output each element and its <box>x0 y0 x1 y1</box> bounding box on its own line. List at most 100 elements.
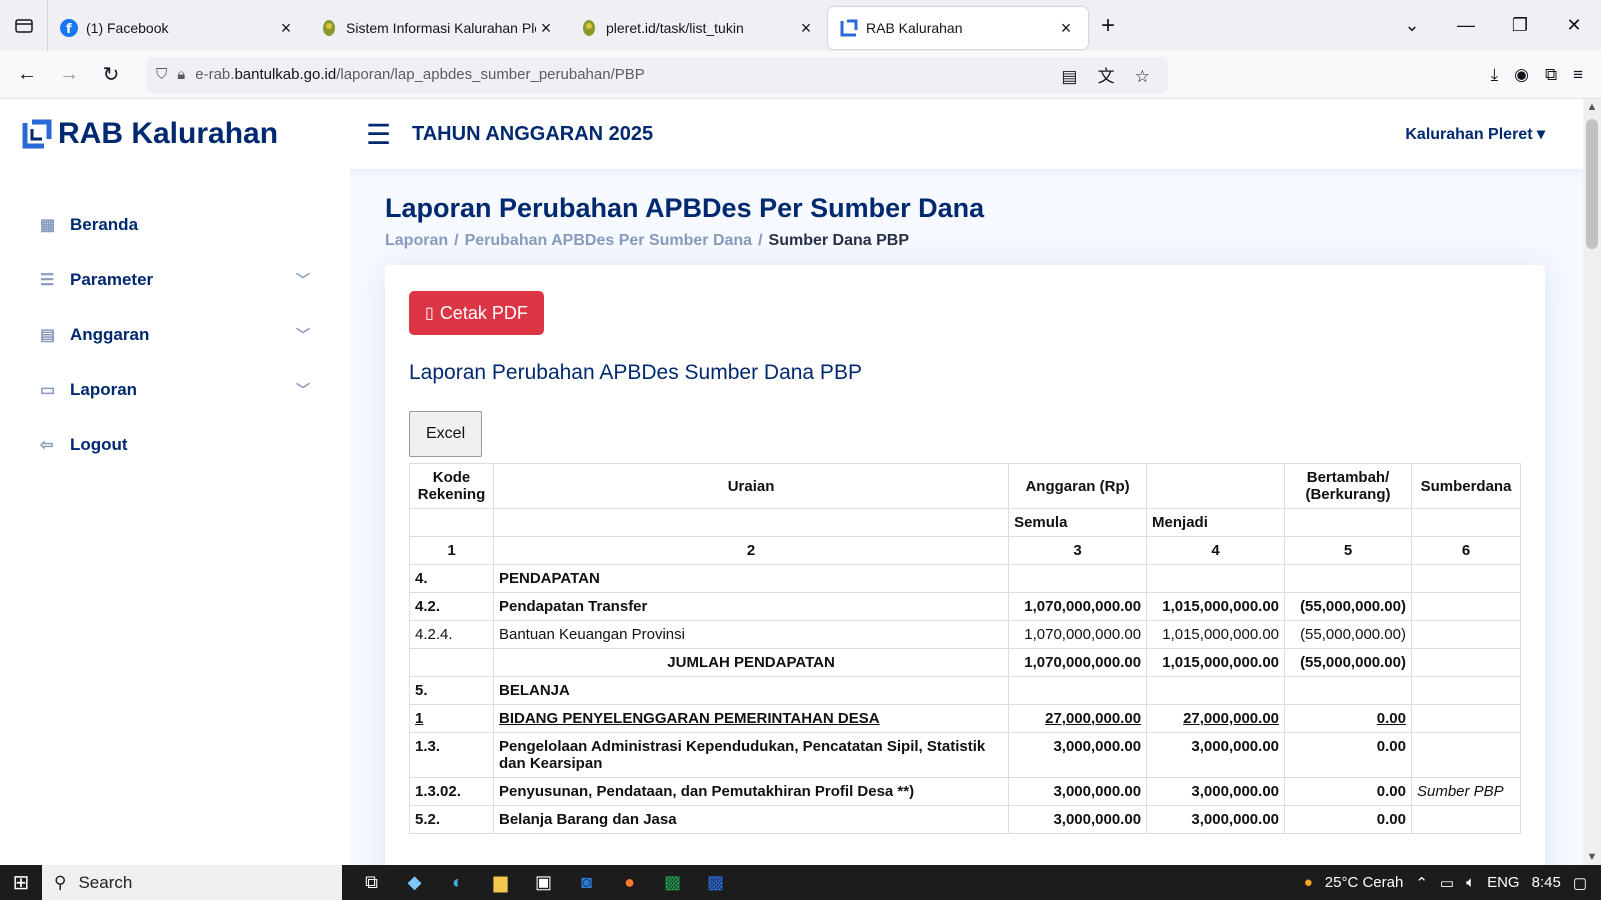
web-page: RAB Kalurahan ☰ TAHUN ANGGARAN 2025 Kalu… <box>0 99 1583 865</box>
clock[interactable]: 8:45 <box>1532 874 1561 891</box>
url-bar[interactable]: ⛉ 🔒︎ e-rab.bantulkab.go.id/laporan/lap_a… <box>146 56 1168 93</box>
tab-facebook[interactable]: f (1) Facebook × <box>48 7 308 49</box>
table-cell: 2 <box>492 536 1010 565</box>
tab-close-icon[interactable]: × <box>1056 18 1076 39</box>
scroll-up-icon[interactable]: ▲ <box>1583 101 1601 113</box>
taskbar-search[interactable]: ⚲ Search <box>42 865 342 900</box>
search-icon: ⚲ <box>54 872 67 892</box>
word-icon[interactable]: ▩ <box>694 872 737 893</box>
table-cell <box>1410 592 1522 621</box>
close-window-icon[interactable]: ✕ <box>1547 15 1601 36</box>
table-cell: 1,015,000,000.00 <box>1146 592 1286 621</box>
sidebar-item-anggaran[interactable]: ▤ Anggaran ﹀ <box>0 307 350 362</box>
table-cell <box>1410 805 1522 834</box>
tab-rab-kalurahan[interactable]: RAB Kalurahan × <box>828 7 1088 49</box>
network-icon[interactable]: ▭ <box>1440 874 1454 892</box>
edge-icon[interactable]: ◐ <box>436 872 479 893</box>
download-icon[interactable]: ⤓ <box>1491 65 1499 85</box>
logo-text: RAB Kalurahan <box>58 117 279 150</box>
tab-pleret[interactable]: pleret.id/task/list_tukin × <box>568 7 828 49</box>
profile-dropdown[interactable]: Kalurahan Pleret ▾ <box>1405 124 1545 144</box>
volume-icon[interactable]: 🔈︎ <box>1466 874 1475 891</box>
table-cell <box>1284 676 1412 705</box>
browser-tab-bar: f (1) Facebook × Sistem Informasi Kalura… <box>0 0 1601 51</box>
table-cell: 5 <box>1284 536 1412 565</box>
table-cell <box>492 508 1010 537</box>
excel-button[interactable]: Excel <box>409 411 483 457</box>
menu-icon: ☰ <box>40 271 55 289</box>
tab-close-icon[interactable]: × <box>796 18 816 39</box>
page-scrollbar[interactable]: ▲ ▼ <box>1583 99 1601 865</box>
print-pdf-label: Cetak PDF <box>439 302 528 323</box>
print-pdf-button[interactable]: ▯ Cetak PDF <box>409 291 544 335</box>
url-text[interactable]: e-rab.bantulkab.go.id/laporan/lap_apbdes… <box>195 66 1053 83</box>
table-cell: JUMLAH PENDAPATAN <box>492 648 1010 677</box>
breadcrumb: Laporan / Perubahan APBDes Per Sumber Dana… <box>385 232 910 249</box>
table-row: 4.2.4. Bantuan Keuangan Provinsi 1,070,0… <box>409 620 1522 649</box>
table-cell: 1.3. <box>409 732 494 778</box>
copilot-icon[interactable]: ◆ <box>393 872 436 893</box>
table-cell: (55,000,000.00) <box>1284 592 1412 621</box>
store-icon[interactable]: ▣ <box>522 872 565 893</box>
chevron-down-icon[interactable]: ⌄ <box>1385 15 1439 36</box>
weather-icon[interactable]: ● <box>1304 874 1313 891</box>
restore-icon[interactable]: ❐ <box>1493 15 1547 36</box>
minimize-icon[interactable]: — <box>1439 15 1493 36</box>
sidebar-item-label: Laporan <box>70 379 138 399</box>
browser-nav-bar: ← → ↻ ⛉ 🔒︎ e-rab.bantulkab.go.id/laporan… <box>0 51 1601 99</box>
firefox-icon[interactable]: ● <box>608 872 651 893</box>
language-indicator[interactable]: ENG <box>1487 874 1520 891</box>
table-cell: BIDANG PENYELENGGARAN PEMERINTAHAN DESA <box>492 704 1010 733</box>
extensions-icon[interactable]: ⧉ <box>1545 65 1557 85</box>
scroll-down-icon[interactable]: ▼ <box>1583 851 1601 863</box>
scrollbar-thumb[interactable] <box>1586 119 1598 249</box>
tab-list-icon[interactable] <box>0 0 48 51</box>
search-label: Search <box>78 872 133 892</box>
sidebar-item-label: Beranda <box>70 214 139 234</box>
sidebar-item-beranda[interactable]: ▦ Beranda <box>0 197 350 252</box>
table-cell <box>1146 676 1286 705</box>
file-explorer-icon[interactable]: ▆ <box>479 872 522 893</box>
lock-icon[interactable]: 🔒︎ <box>177 66 185 83</box>
breadcrumb-item[interactable]: Laporan <box>385 232 448 249</box>
table-subheader-row: Semula Menjadi <box>409 508 1522 537</box>
excel-icon[interactable]: ▩ <box>651 872 694 893</box>
tab-sistem-informasi[interactable]: Sistem Informasi Kalurahan Pler × <box>308 7 568 49</box>
chevron-up-icon[interactable]: ⌃ <box>1415 874 1428 892</box>
app-logo[interactable]: RAB Kalurahan <box>22 117 362 151</box>
account-icon[interactable]: ◉ <box>1514 65 1529 85</box>
outlook-icon[interactable]: ◙ <box>565 872 608 893</box>
translate-icon[interactable]: 文 <box>1098 67 1115 86</box>
shield-icon[interactable]: ⛉ <box>156 66 167 83</box>
reload-icon[interactable]: ↻ <box>90 62 132 87</box>
sidebar-item-logout[interactable]: ⇦ Logout <box>0 417 350 472</box>
sidebar-item-parameter[interactable]: ☰ Parameter ﹀ <box>0 252 350 307</box>
table-row: 4. PENDAPATAN <box>409 564 1522 593</box>
sidebar-item-label: Parameter <box>70 269 154 289</box>
windows-start-icon[interactable]: ⊞ <box>0 870 42 895</box>
task-view-icon[interactable]: ⧉ <box>350 872 393 893</box>
sidebar-item-laporan[interactable]: ▭ Laporan ﹀ <box>0 362 350 417</box>
table-cell: 0.00 <box>1284 777 1412 806</box>
weather-text[interactable]: 25°C Cerah <box>1325 874 1404 891</box>
app-menu-icon[interactable]: ≡ <box>1573 65 1583 85</box>
tab-close-icon[interactable]: × <box>276 18 296 39</box>
forward-icon[interactable]: → <box>48 63 90 86</box>
hamburger-menu-icon[interactable]: ☰ <box>366 118 412 151</box>
table-cell: 1,015,000,000.00 <box>1146 620 1286 649</box>
table-cell: Bantuan Keuangan Provinsi <box>492 620 1010 649</box>
reader-view-icon[interactable]: ▤ <box>1061 67 1077 86</box>
breadcrumb-item[interactable]: Perubahan APBDes Per Sumber Dana <box>465 232 753 249</box>
chevron-down-icon: ﹀ <box>296 271 310 288</box>
emblem-icon <box>320 19 338 37</box>
table-cell <box>1410 508 1522 537</box>
tab-title: (1) Facebook <box>86 20 169 36</box>
table-row: 5. BELANJA <box>409 676 1522 705</box>
new-tab-icon[interactable]: + <box>1088 12 1128 40</box>
bookmark-star-icon[interactable]: ☆ <box>1135 67 1150 86</box>
notification-icon[interactable]: ▢ <box>1573 874 1587 892</box>
table-number-row: 1 2 3 4 5 6 <box>409 536 1522 565</box>
tab-close-icon[interactable]: × <box>536 18 556 39</box>
table-cell <box>409 648 494 677</box>
back-icon[interactable]: ← <box>6 63 48 86</box>
